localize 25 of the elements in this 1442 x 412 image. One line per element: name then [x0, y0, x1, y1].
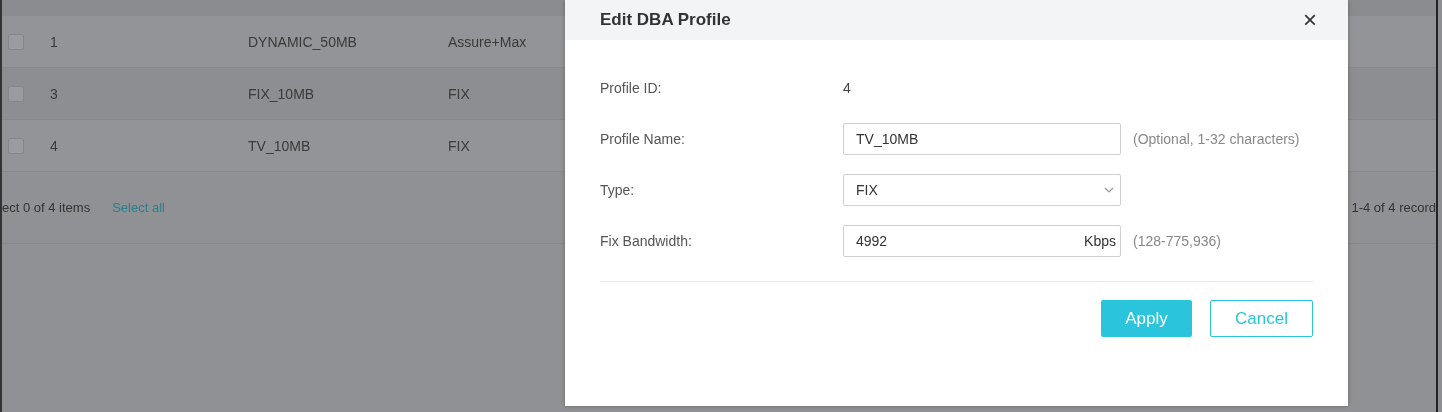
field-hint: (Optional, 1-32 characters) — [1133, 131, 1300, 147]
table-cell-text: 3 — [50, 85, 59, 102]
table-cell-text: TV_10MB — [248, 137, 312, 154]
records-count: 1-4 of 4 record — [1351, 200, 1436, 215]
field-label: Fix Bandwidth: — [600, 233, 693, 249]
field-label: Profile ID: — [600, 80, 663, 96]
field-hint: (128-775,936) — [1133, 233, 1221, 249]
unit-label: Kbps — [1084, 233, 1116, 249]
table-cell-text: 4 — [50, 137, 59, 154]
table-cell-text: FIX_10MB — [248, 85, 316, 102]
table-cell: Assure+Max — [448, 33, 527, 50]
table-cell-text: DYNAMIC_50MB — [248, 33, 358, 50]
dialog-title: Edit DBA Profile — [600, 10, 731, 30]
close-button[interactable]: × — [1299, 8, 1321, 32]
table-cell: FIX — [448, 137, 470, 154]
table-cell: FIX — [448, 85, 470, 102]
field-label: Type: — [600, 182, 636, 198]
field-label: Profile Name: — [600, 131, 686, 147]
name-input-field[interactable]: TV_10MB — [843, 123, 1121, 155]
selection-count: ect 0 of 4 items — [2, 200, 91, 215]
field-value: 4 — [843, 80, 851, 96]
bandwidth-input-field[interactable]: 4992 Kbps — [843, 225, 1121, 257]
chevron-down-icon — [1104, 187, 1114, 193]
table-cell-text: 1 — [50, 33, 59, 50]
type-dropdown[interactable]: FIX — [843, 174, 1121, 206]
